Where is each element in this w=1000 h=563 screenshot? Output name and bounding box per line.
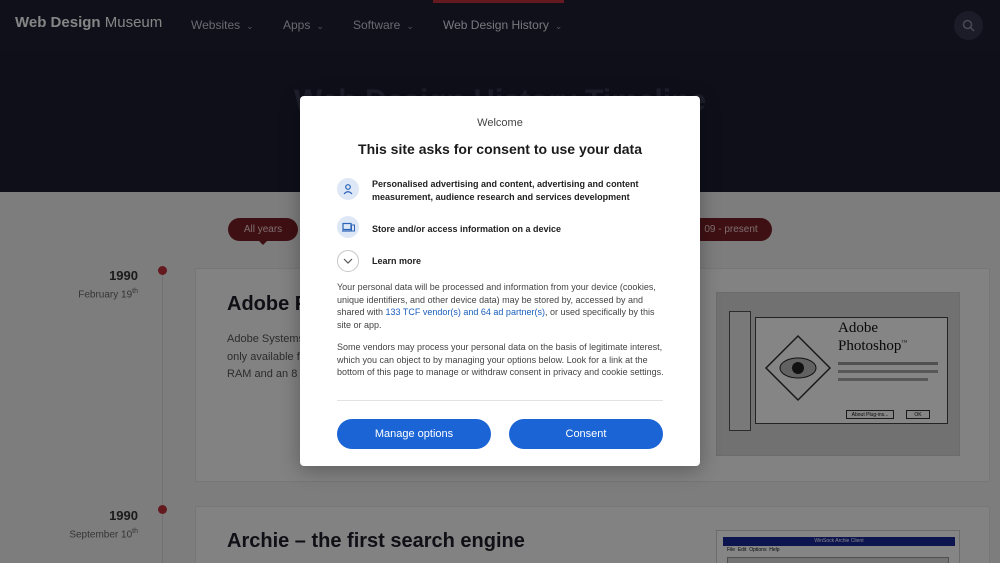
consent-paragraph-1: Your personal data will be processed and… — [337, 281, 667, 331]
devices-icon — [337, 216, 359, 238]
purpose-advertising: Personalised advertising and content, ad… — [372, 179, 639, 202]
consent-title: This site asks for consent to use your d… — [358, 141, 642, 157]
consent-welcome: Welcome — [477, 117, 523, 129]
purpose-storage: Store and/or access information on a dev… — [372, 224, 562, 234]
manage-options-button[interactable]: Manage options — [337, 419, 491, 449]
consent-dialog: Welcome This site asks for consent to us… — [300, 96, 700, 466]
consent-divider — [337, 400, 663, 401]
consent-paragraph-2: Some vendors may process your personal d… — [337, 342, 664, 377]
chevron-down-icon — [343, 258, 353, 264]
learn-more-label[interactable]: Learn more — [372, 256, 421, 266]
person-icon — [337, 178, 359, 200]
learn-more-toggle[interactable] — [337, 250, 359, 272]
vendors-link[interactable]: 133 TCF vendor(s) and 64 ad partner(s) — [386, 307, 545, 317]
consent-button[interactable]: Consent — [509, 419, 663, 449]
